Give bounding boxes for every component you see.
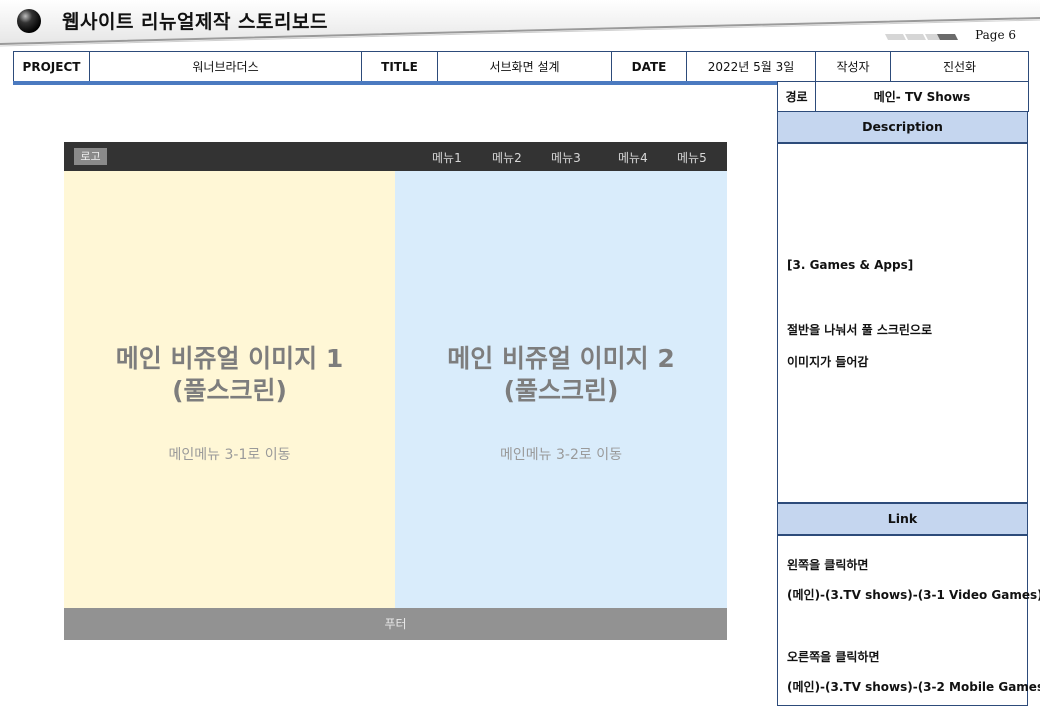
link-line: (메인)-(3.TV shows)-(3-1 Video Games) (787, 588, 1040, 602)
visual-title-right-line1: 메인 비쥬얼 이미지 2 (447, 344, 675, 373)
project-value: 워너브라더스 (89, 51, 362, 82)
link-line: 오른쪽을 클릭하면 (787, 650, 880, 664)
visual-title-right: 메인 비쥬얼 이미지 2 (풀스크린) (395, 343, 727, 407)
accent-divider (13, 81, 778, 85)
header-banner: 웹사이트 리뉴얼제작 스토리보드 Page 6 (0, 0, 1040, 50)
title-value: 서브화면 설계 (437, 51, 612, 82)
visual-sub-right: 메인메뉴 3-2로 이동 (500, 447, 622, 463)
page-number: Page 6 (975, 28, 1016, 42)
date-label: DATE (611, 51, 687, 82)
menu-item-3[interactable]: 메뉴3 (551, 149, 581, 166)
menu-item-5[interactable]: 메뉴5 (677, 149, 707, 166)
visual-sub-left: 메인메뉴 3-1로 이동 (168, 447, 291, 463)
main-visual-right[interactable]: 메인 비쥬얼 이미지 2 (풀스크린) 메인메뉴 3-2로 이동 (395, 171, 727, 608)
wireframe-footer: 푸터 (64, 608, 727, 640)
project-label: PROJECT (13, 51, 90, 82)
title-label: TITLE (361, 51, 438, 82)
visual-title-left-line2: (풀스크린) (172, 376, 287, 405)
path-value: 메인- TV Shows (815, 81, 1029, 112)
main-visual-left[interactable]: 메인 비쥬얼 이미지 1 (풀스크린) 메인메뉴 3-1로 이동 (64, 171, 395, 608)
wireframe-nav: 로고 메뉴1 메뉴2 메뉴3 메뉴4 메뉴5 (64, 142, 727, 171)
link-line: (메인)-(3.TV shows)-(3-2 Mobile Games) (787, 680, 1040, 694)
visual-title-right-line2: (풀스크린) (503, 376, 619, 405)
path-table: 경로 메인- TV Shows (777, 81, 1029, 112)
description-panel: Description [3. Games & Apps] 절반을 나눠서 풀 … (777, 111, 1028, 503)
author-value: 진선화 (890, 51, 1029, 82)
visual-title-left: 메인 비쥬얼 이미지 1 (풀스크린) (64, 343, 395, 407)
menu-item-1[interactable]: 메뉴1 (432, 149, 462, 166)
document-title: 웹사이트 리뉴얼제작 스토리보드 (62, 11, 328, 33)
menu-item-4[interactable]: 메뉴4 (618, 149, 648, 166)
visual-title-left-line1: 메인 비쥬얼 이미지 1 (115, 344, 344, 373)
description-heading: Description (778, 112, 1027, 144)
description-line: 절반을 나눠서 풀 스크린으로 (787, 323, 933, 337)
date-value: 2022년 5월 3일 (686, 51, 816, 82)
author-label: 작성자 (815, 51, 891, 82)
path-label: 경로 (777, 81, 816, 112)
description-line: [3. Games & Apps] (787, 258, 914, 272)
menu-item-2[interactable]: 메뉴2 (492, 149, 522, 166)
link-line: 왼쪽을 클릭하면 (787, 558, 869, 572)
description-line: 이미지가 들어감 (787, 355, 869, 369)
sphere-icon (17, 9, 41, 33)
link-panel: Link 왼쪽을 클릭하면 (메인)-(3.TV shows)-(3-1 Vid… (777, 503, 1040, 706)
wireframe-logo[interactable]: 로고 (74, 148, 107, 165)
link-heading: Link (778, 504, 1027, 536)
info-table: PROJECT 워너브라더스 TITLE 서브화면 설계 DATE 2022년 … (13, 51, 1029, 82)
wireframe-mockup: 로고 메뉴1 메뉴2 메뉴3 메뉴4 메뉴5 메인 비쥬얼 이미지 1 (풀스크… (64, 142, 727, 640)
